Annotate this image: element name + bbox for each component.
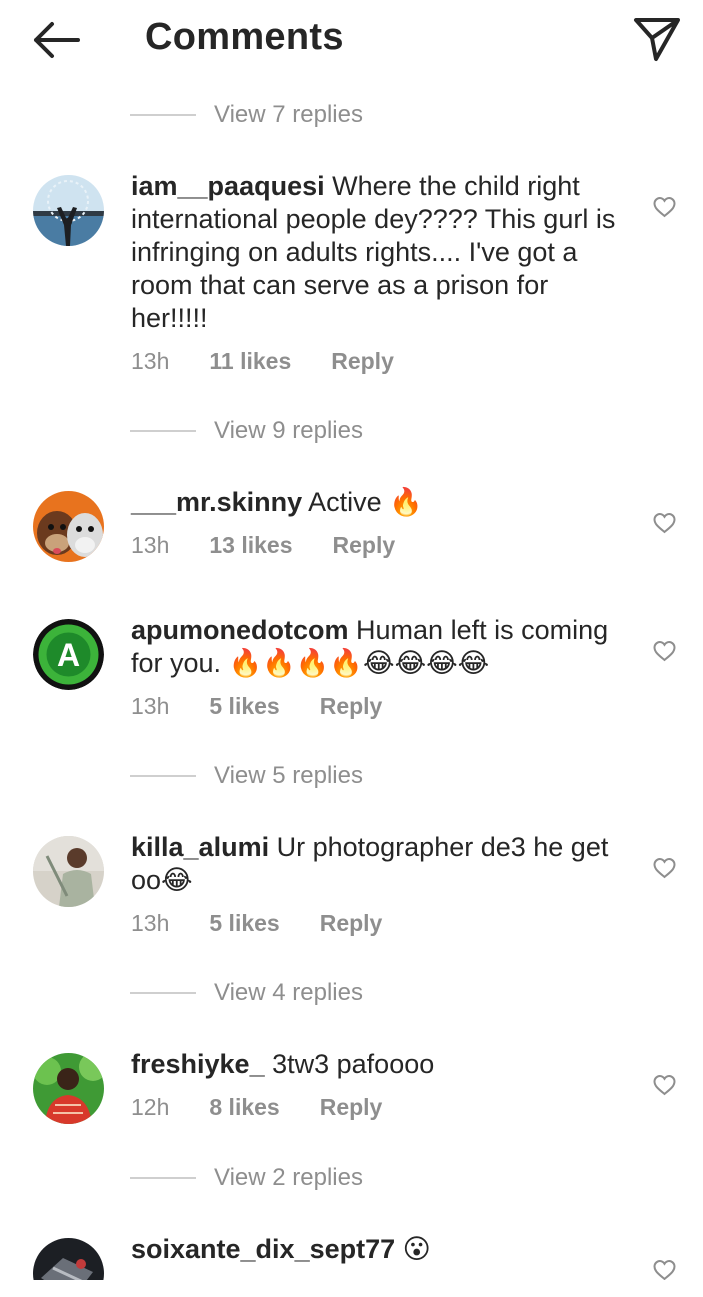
- view-replies-button[interactable]: View 4 replies: [130, 976, 363, 1010]
- reply-button[interactable]: Reply: [331, 348, 394, 375]
- avatar[interactable]: [33, 491, 104, 562]
- heart-icon[interactable]: [652, 1259, 677, 1280]
- comment-meta: 13h 13 likes Reply: [131, 532, 395, 559]
- divider-line: [130, 430, 196, 432]
- view-replies-label: View 7 replies: [214, 101, 363, 128]
- likes-count[interactable]: 5 likes: [209, 693, 279, 720]
- view-replies-label: View 4 replies: [214, 979, 363, 1006]
- view-replies-button[interactable]: View 7 replies: [130, 98, 363, 132]
- avatar[interactable]: [33, 1053, 104, 1124]
- comment-username[interactable]: freshiyke_: [131, 1049, 265, 1079]
- page-title: Comments: [145, 16, 344, 58]
- avatar[interactable]: A: [33, 619, 104, 690]
- heart-icon[interactable]: [652, 512, 677, 534]
- top-bar: Comments: [0, 0, 703, 80]
- view-replies-button[interactable]: View 5 replies: [130, 759, 363, 793]
- comment-time: 13h: [131, 693, 170, 719]
- comment-body: killa_alumi Ur photographer de3 he get o…: [131, 831, 626, 897]
- comment-meta: 13h 5 likes Reply: [131, 693, 382, 720]
- view-replies-label: View 5 replies: [214, 762, 363, 789]
- comment-item: soixante_dix_sept77 😮: [0, 1233, 703, 1280]
- divider-line: [130, 114, 196, 116]
- comment-username[interactable]: soixante_dix_sept77: [131, 1234, 395, 1264]
- reply-button[interactable]: Reply: [333, 532, 396, 559]
- comment-username[interactable]: ___mr.skinny: [131, 487, 302, 517]
- heart-icon[interactable]: [652, 640, 677, 662]
- comment-text: 3tw3 pafoooo: [272, 1049, 435, 1079]
- comment-body: iam__paaquesi Where the child right inte…: [131, 170, 626, 335]
- arrow-left-icon: [34, 22, 80, 58]
- paper-plane-icon: [634, 18, 680, 61]
- comment-meta: 12h 8 likes Reply: [131, 1094, 382, 1121]
- comment-time: 13h: [131, 910, 170, 936]
- comment-time: 12h: [131, 1094, 170, 1120]
- comment-username[interactable]: killa_alumi: [131, 832, 269, 862]
- avatar[interactable]: [33, 836, 104, 907]
- comment-body: soixante_dix_sept77 😮: [131, 1233, 626, 1266]
- heart-icon[interactable]: [652, 1074, 677, 1096]
- view-replies-button[interactable]: View 2 replies: [130, 1161, 363, 1195]
- comment-body: ___mr.skinny Active 🔥: [131, 486, 626, 519]
- comment-username[interactable]: apumonedotcom: [131, 615, 349, 645]
- reply-button[interactable]: Reply: [320, 910, 383, 937]
- view-replies-label: View 2 replies: [214, 1164, 363, 1191]
- reply-button[interactable]: Reply: [320, 1094, 383, 1121]
- back-button[interactable]: [28, 18, 82, 62]
- likes-count[interactable]: 5 likes: [209, 910, 279, 937]
- view-replies-label: View 9 replies: [214, 417, 363, 444]
- divider-line: [130, 775, 196, 777]
- likes-count[interactable]: 8 likes: [209, 1094, 279, 1121]
- comment-text: Active 🔥: [308, 487, 423, 517]
- share-button[interactable]: [632, 14, 682, 64]
- view-replies-button[interactable]: View 9 replies: [130, 414, 363, 448]
- comment-body: freshiyke_ 3tw3 pafoooo: [131, 1048, 626, 1081]
- avatar[interactable]: [33, 1238, 104, 1280]
- divider-line: [130, 992, 196, 994]
- svg-text:A: A: [57, 637, 80, 673]
- heart-icon[interactable]: [652, 857, 677, 879]
- comment-body: apumonedotcom Human left is coming for y…: [131, 614, 626, 680]
- avatar[interactable]: [33, 175, 104, 246]
- comment-time: 13h: [131, 532, 170, 558]
- comment-username[interactable]: iam__paaquesi: [131, 171, 325, 201]
- heart-icon[interactable]: [652, 196, 677, 218]
- reply-button[interactable]: Reply: [320, 693, 383, 720]
- likes-count[interactable]: 11 likes: [209, 348, 291, 375]
- likes-count[interactable]: 13 likes: [209, 532, 292, 559]
- comment-time: 13h: [131, 348, 170, 374]
- divider-line: [130, 1177, 196, 1179]
- comment-text: 😮: [402, 1234, 431, 1264]
- comment-meta: 13h 11 likes Reply: [131, 348, 394, 375]
- comment-meta: 13h 5 likes Reply: [131, 910, 382, 937]
